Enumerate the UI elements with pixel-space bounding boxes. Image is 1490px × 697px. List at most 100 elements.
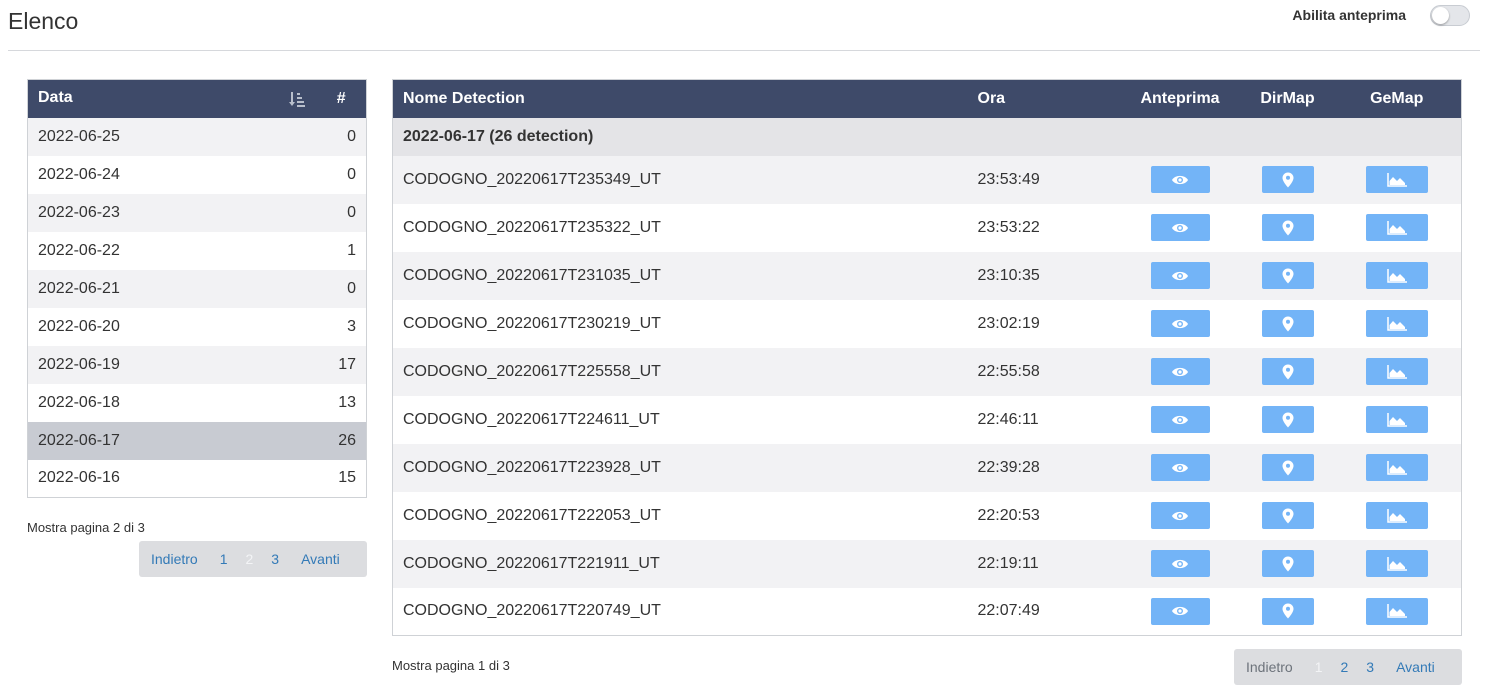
detection-name-cell: CODOGNO_20220617T225558_UT <box>403 362 661 380</box>
preview-button[interactable] <box>1150 166 1210 193</box>
detection-name-cell: CODOGNO_20220617T222053_UT <box>403 506 661 524</box>
gemap-button[interactable] <box>1365 406 1428 433</box>
preview-button[interactable] <box>1150 262 1210 289</box>
gemap-button[interactable] <box>1365 214 1428 241</box>
preview-button-cell <box>1118 540 1243 588</box>
detection-name-cell: CODOGNO_20220617T235322_UT <box>403 218 661 236</box>
detection-name-cell: CODOGNO_20220617T221911_UT <box>403 554 660 572</box>
gemap-button[interactable] <box>1365 262 1428 289</box>
preview-button[interactable] <box>1150 406 1210 433</box>
date-row[interactable]: 2022-06-18 13 <box>27 383 367 422</box>
detection-row: CODOGNO_20220617T231035_UT 23:10:35 <box>392 251 1462 300</box>
toggle-knob <box>1432 6 1449 24</box>
pagination-page-2[interactable]: 2 <box>240 551 260 567</box>
detection-time-cell: 22:07:49 <box>977 602 1040 620</box>
count-cell: 0 <box>347 279 356 297</box>
preview-button[interactable] <box>1150 454 1210 481</box>
preview-button-cell <box>1118 252 1243 300</box>
gemap-button-cell <box>1333 300 1462 348</box>
date-row[interactable]: 2022-06-20 3 <box>27 307 367 346</box>
dirmap-button[interactable] <box>1261 262 1314 289</box>
gemap-button-cell <box>1333 396 1462 444</box>
column-header-data-label: Data <box>38 88 73 106</box>
column-header-dirmap: DirMap <box>1242 79 1333 118</box>
dirmap-button[interactable] <box>1261 214 1314 241</box>
dirmap-button-cell <box>1243 396 1333 444</box>
gemap-button[interactable] <box>1365 550 1428 577</box>
detection-time-cell: 22:46:11 <box>977 410 1039 428</box>
column-header-anteprima: Anteprima <box>1117 79 1243 118</box>
dirmap-button-cell <box>1243 540 1333 588</box>
dirmap-button[interactable] <box>1261 502 1314 529</box>
dirmap-button[interactable] <box>1261 454 1314 481</box>
detection-row: CODOGNO_20220617T235322_UT 23:53:22 <box>392 203 1462 252</box>
dirmap-button[interactable] <box>1261 166 1314 193</box>
pagination-page-1[interactable]: 1 <box>214 551 234 567</box>
date-row[interactable]: 2022-06-19 17 <box>27 345 367 384</box>
dates-pagination: Indietro 1 2 3 Avanti <box>139 541 367 577</box>
dirmap-button-cell <box>1243 156 1333 204</box>
detection-time-cell: 22:39:28 <box>977 458 1040 476</box>
dirmap-button[interactable] <box>1261 310 1314 337</box>
gemap-button-cell <box>1333 444 1462 492</box>
pagination-page-1[interactable]: 1 <box>1309 659 1329 675</box>
column-header-nome-detection[interactable]: Nome Detection <box>392 79 968 118</box>
preview-button[interactable] <box>1150 550 1210 577</box>
date-row[interactable]: 2022-06-24 0 <box>27 155 367 194</box>
gemap-button[interactable] <box>1365 310 1428 337</box>
pagination-next[interactable]: Avanti <box>1390 659 1441 675</box>
pagination-next[interactable]: Avanti <box>295 551 346 567</box>
dirmap-button-cell <box>1243 492 1333 540</box>
count-cell: 15 <box>338 469 356 487</box>
gemap-button[interactable] <box>1365 454 1428 481</box>
gemap-button[interactable] <box>1365 358 1428 385</box>
gemap-button[interactable] <box>1365 166 1428 193</box>
dates-table-header: Data # <box>27 79 367 118</box>
gemap-button[interactable] <box>1365 502 1428 529</box>
date-cell: 2022-06-16 <box>38 469 120 487</box>
gemap-button-cell <box>1333 492 1462 540</box>
preview-button[interactable] <box>1150 214 1210 241</box>
preview-button[interactable] <box>1150 310 1210 337</box>
detection-name-cell: CODOGNO_20220617T224611_UT <box>403 410 660 428</box>
date-row[interactable]: 2022-06-21 0 <box>27 269 367 308</box>
dirmap-button-cell <box>1243 204 1333 252</box>
pagination-prev[interactable]: Indietro <box>145 551 204 567</box>
date-cell: 2022-06-24 <box>38 165 120 183</box>
preview-toggle-switch[interactable] <box>1430 4 1470 26</box>
preview-button[interactable] <box>1150 502 1210 529</box>
dirmap-button[interactable] <box>1261 406 1314 433</box>
dirmap-button[interactable] <box>1261 550 1314 577</box>
dirmap-button[interactable] <box>1261 597 1314 625</box>
date-row[interactable]: 2022-06-17 26 <box>27 421 367 460</box>
pagination-page-3[interactable]: 3 <box>265 551 285 567</box>
pagination-prev[interactable]: Indietro <box>1240 659 1299 675</box>
date-row[interactable]: 2022-06-22 1 <box>27 231 367 270</box>
gemap-button-cell <box>1333 348 1462 396</box>
preview-button[interactable] <box>1150 597 1210 625</box>
dirmap-button-cell <box>1243 348 1333 396</box>
detection-row: CODOGNO_20220617T230219_UT 23:02:19 <box>392 299 1462 348</box>
pagination-page-2[interactable]: 2 <box>1335 659 1355 675</box>
detection-row: CODOGNO_20220617T235349_UT 23:53:49 <box>392 155 1462 204</box>
group-row: 2022-06-17 (26 detection) <box>392 117 1462 156</box>
gemap-button[interactable] <box>1365 597 1428 625</box>
date-row[interactable]: 2022-06-16 15 <box>27 459 367 498</box>
dirmap-button[interactable] <box>1261 358 1314 385</box>
preview-button-cell <box>1118 492 1243 540</box>
date-row[interactable]: 2022-06-25 0 <box>27 117 367 156</box>
sort-amount-icon[interactable] <box>287 91 307 109</box>
column-header-data[interactable]: Data <box>27 79 317 118</box>
date-cell: 2022-06-21 <box>38 279 120 297</box>
preview-button-cell <box>1118 204 1243 252</box>
page-title: Elenco <box>8 8 79 34</box>
preview-toggle-label: Abilita anteprima <box>1292 7 1406 23</box>
date-row[interactable]: 2022-06-23 0 <box>27 193 367 232</box>
column-header-gemap: GeMap <box>1332 79 1462 118</box>
preview-button[interactable] <box>1150 358 1210 385</box>
detection-row: CODOGNO_20220617T222053_UT 22:20:53 <box>392 491 1462 540</box>
dates-table: Data # 2022-06-25 0 2022-06-24 0 2022-06-23 0… <box>27 79 367 498</box>
column-header-ora[interactable]: Ora <box>967 79 1118 118</box>
pagination-page-3[interactable]: 3 <box>1360 659 1380 675</box>
column-header-count[interactable]: # <box>316 79 367 118</box>
